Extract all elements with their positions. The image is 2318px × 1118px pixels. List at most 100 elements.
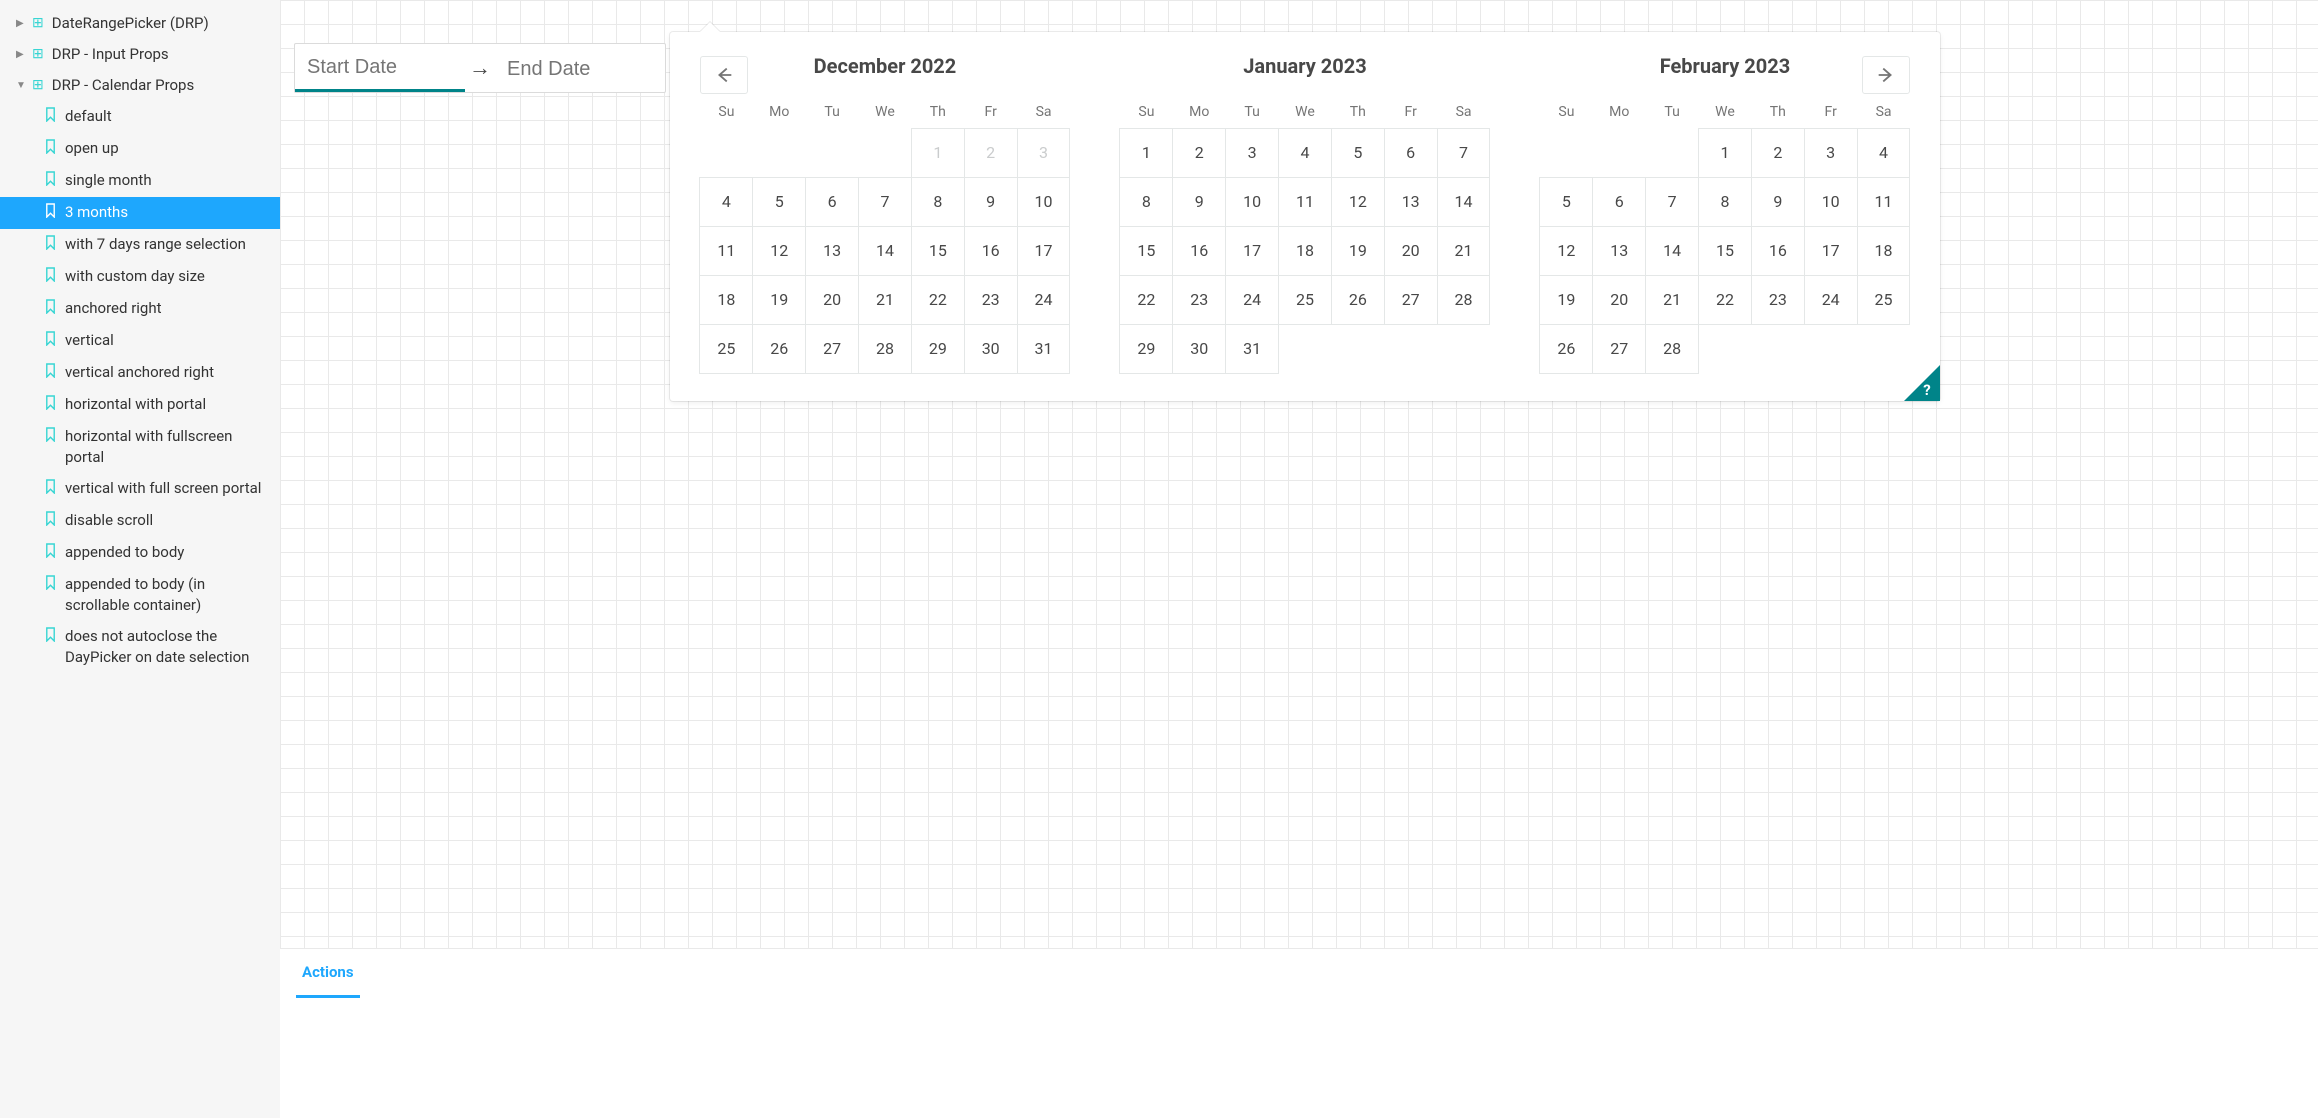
- calendar-day[interactable]: 14: [1437, 177, 1491, 227]
- calendar-day[interactable]: 12: [1331, 177, 1385, 227]
- calendar-day[interactable]: 8: [1698, 177, 1752, 227]
- calendar-day[interactable]: 17: [1225, 226, 1279, 276]
- calendar-day[interactable]: 25: [699, 324, 753, 374]
- calendar-day[interactable]: 2: [1751, 128, 1805, 178]
- sidebar-story[interactable]: single month: [0, 165, 280, 197]
- calendar-day[interactable]: 6: [1592, 177, 1646, 227]
- calendar-day[interactable]: 16: [1172, 226, 1226, 276]
- calendar-day[interactable]: 28: [858, 324, 912, 374]
- calendar-day[interactable]: 20: [1384, 226, 1438, 276]
- sidebar-story[interactable]: default: [0, 101, 280, 133]
- calendar-day[interactable]: 10: [1017, 177, 1071, 227]
- calendar-day[interactable]: 20: [805, 275, 859, 325]
- calendar-day[interactable]: 17: [1017, 226, 1071, 276]
- calendar-day[interactable]: 26: [1331, 275, 1385, 325]
- calendar-day[interactable]: 27: [805, 324, 859, 374]
- sidebar-story[interactable]: vertical with full screen portal: [0, 473, 280, 505]
- calendar-day[interactable]: 4: [1278, 128, 1332, 178]
- calendar-day[interactable]: 31: [1017, 324, 1071, 374]
- calendar-day[interactable]: 14: [1645, 226, 1699, 276]
- next-month-button[interactable]: [1862, 56, 1910, 94]
- sidebar-story[interactable]: vertical anchored right: [0, 357, 280, 389]
- sidebar-story[interactable]: does not autoclose the DayPicker on date…: [0, 621, 280, 673]
- calendar-day[interactable]: 18: [1278, 226, 1332, 276]
- calendar-day[interactable]: 24: [1017, 275, 1071, 325]
- calendar-day[interactable]: 4: [699, 177, 753, 227]
- sidebar-story[interactable]: anchored right: [0, 293, 280, 325]
- sidebar-story[interactable]: open up: [0, 133, 280, 165]
- calendar-day[interactable]: 1: [1119, 128, 1173, 178]
- calendar-day[interactable]: 19: [1331, 226, 1385, 276]
- calendar-day[interactable]: 13: [805, 226, 859, 276]
- calendar-day[interactable]: 5: [752, 177, 806, 227]
- sidebar-story[interactable]: with 7 days range selection: [0, 229, 280, 261]
- calendar-day[interactable]: 13: [1592, 226, 1646, 276]
- calendar-day[interactable]: 15: [1698, 226, 1752, 276]
- calendar-day[interactable]: 14: [858, 226, 912, 276]
- calendar-day[interactable]: 20: [1592, 275, 1646, 325]
- calendar-day[interactable]: 16: [1751, 226, 1805, 276]
- calendar-day[interactable]: 12: [752, 226, 806, 276]
- calendar-day[interactable]: 3: [1225, 128, 1279, 178]
- sidebar-story[interactable]: horizontal with fullscreen portal: [0, 421, 280, 473]
- calendar-day[interactable]: 6: [1384, 128, 1438, 178]
- start-date-input[interactable]: [295, 44, 465, 92]
- calendar-day[interactable]: 29: [911, 324, 965, 374]
- calendar-day[interactable]: 29: [1119, 324, 1173, 374]
- calendar-day[interactable]: 21: [1437, 226, 1491, 276]
- calendar-day[interactable]: 23: [1751, 275, 1805, 325]
- calendar-day[interactable]: 28: [1645, 324, 1699, 374]
- calendar-day[interactable]: 18: [1857, 226, 1911, 276]
- calendar-day[interactable]: 31: [1225, 324, 1279, 374]
- calendar-day[interactable]: 21: [858, 275, 912, 325]
- calendar-day[interactable]: 10: [1225, 177, 1279, 227]
- calendar-day[interactable]: 23: [1172, 275, 1226, 325]
- calendar-day[interactable]: 30: [1172, 324, 1226, 374]
- calendar-day[interactable]: 11: [1278, 177, 1332, 227]
- sidebar-group[interactable]: ▶⊞DRP - Input Props: [0, 39, 280, 70]
- sidebar-group[interactable]: ▶⊞DateRangePicker (DRP): [0, 8, 280, 39]
- calendar-day[interactable]: 25: [1278, 275, 1332, 325]
- calendar-day[interactable]: 8: [911, 177, 965, 227]
- calendar-day[interactable]: 3: [1804, 128, 1858, 178]
- calendar-day[interactable]: 22: [1698, 275, 1752, 325]
- calendar-day[interactable]: 2: [1172, 128, 1226, 178]
- calendar-day[interactable]: 15: [1119, 226, 1173, 276]
- calendar-day[interactable]: 9: [964, 177, 1018, 227]
- calendar-day[interactable]: 27: [1384, 275, 1438, 325]
- sidebar-group[interactable]: ▼⊞DRP - Calendar Props: [0, 70, 280, 101]
- tab-actions[interactable]: Actions: [296, 949, 360, 998]
- calendar-day[interactable]: 22: [911, 275, 965, 325]
- calendar-day[interactable]: 13: [1384, 177, 1438, 227]
- sidebar-story[interactable]: vertical: [0, 325, 280, 357]
- calendar-day[interactable]: 18: [699, 275, 753, 325]
- calendar-day[interactable]: 7: [1645, 177, 1699, 227]
- end-date-input[interactable]: [495, 46, 665, 91]
- calendar-day[interactable]: 3: [1017, 128, 1071, 178]
- sidebar-story[interactable]: 3 months: [0, 197, 280, 229]
- calendar-day[interactable]: 26: [1539, 324, 1593, 374]
- calendar-day[interactable]: 11: [1857, 177, 1911, 227]
- calendar-day[interactable]: 15: [911, 226, 965, 276]
- calendar-day[interactable]: 26: [752, 324, 806, 374]
- calendar-day[interactable]: 11: [699, 226, 753, 276]
- calendar-day[interactable]: 23: [964, 275, 1018, 325]
- calendar-day[interactable]: 4: [1857, 128, 1911, 178]
- calendar-day[interactable]: 25: [1857, 275, 1911, 325]
- calendar-day[interactable]: 1: [911, 128, 965, 178]
- sidebar-story[interactable]: disable scroll: [0, 505, 280, 537]
- calendar-day[interactable]: 24: [1225, 275, 1279, 325]
- calendar-day[interactable]: 9: [1172, 177, 1226, 227]
- calendar-day[interactable]: 16: [964, 226, 1018, 276]
- calendar-day[interactable]: 9: [1751, 177, 1805, 227]
- calendar-day[interactable]: 10: [1804, 177, 1858, 227]
- sidebar-story[interactable]: horizontal with portal: [0, 389, 280, 421]
- calendar-day[interactable]: 1: [1698, 128, 1752, 178]
- prev-month-button[interactable]: [700, 56, 748, 94]
- calendar-day[interactable]: 19: [752, 275, 806, 325]
- calendar-day[interactable]: 30: [964, 324, 1018, 374]
- calendar-day[interactable]: 24: [1804, 275, 1858, 325]
- calendar-day[interactable]: 8: [1119, 177, 1173, 227]
- calendar-day[interactable]: 6: [805, 177, 859, 227]
- calendar-day[interactable]: 7: [1437, 128, 1491, 178]
